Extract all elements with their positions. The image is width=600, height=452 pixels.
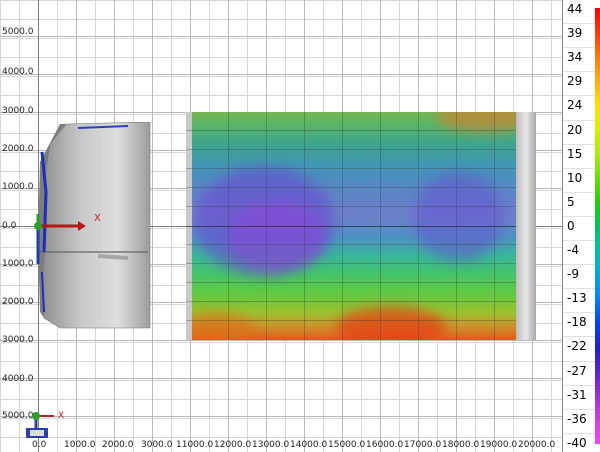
x-tick-label: 20000.0 xyxy=(518,440,556,450)
legend-separator xyxy=(563,264,595,266)
grid-line xyxy=(186,263,516,264)
heatmap-high-region xyxy=(436,112,516,132)
legend-separator xyxy=(563,95,595,97)
x-tick-label: 17000.0 xyxy=(404,440,442,450)
grid-line xyxy=(186,149,516,150)
legend-value-label: 15 xyxy=(567,146,583,161)
legend-value-label: 0 xyxy=(567,218,575,233)
corner-x-axis-label: X xyxy=(58,411,65,421)
x-tick-label: 15000.0 xyxy=(328,440,366,450)
legend-value-label: 29 xyxy=(567,74,583,89)
legend-value-label: 5 xyxy=(567,194,575,209)
grid-line xyxy=(0,74,562,75)
deviation-heatmap[interactable] xyxy=(186,112,516,340)
grid-line xyxy=(266,112,267,340)
grid-line xyxy=(186,168,516,169)
legend-value-label: -18 xyxy=(567,315,587,330)
legend-value-label: -22 xyxy=(567,339,587,354)
y-tick-label: 2000.0 xyxy=(2,144,34,154)
legend-separator xyxy=(563,408,595,410)
grid-line xyxy=(304,112,305,340)
grid-line xyxy=(186,320,516,321)
origin-x-axis-label: X xyxy=(94,213,101,224)
heatmap-high-region xyxy=(336,307,446,340)
grid-line xyxy=(186,244,516,245)
x-tick-label: 19000.0 xyxy=(480,440,518,450)
y-tick-label: 3000.0 xyxy=(2,335,34,345)
x-tick-label: 18000.0 xyxy=(442,440,480,450)
legend-separator xyxy=(563,336,595,338)
legend-separator xyxy=(563,288,595,290)
x-tick-label: 11000.0 xyxy=(176,440,214,450)
y-tick-label: 4000.0 xyxy=(2,374,34,384)
legend-value-label: 39 xyxy=(567,26,583,41)
grid-line xyxy=(186,206,516,207)
grid-line xyxy=(228,112,229,340)
x-tick-label: 12000.0 xyxy=(214,440,252,450)
legend-separator xyxy=(563,167,595,169)
grid-line xyxy=(0,36,562,37)
legend-value-label: -13 xyxy=(567,291,587,306)
legend-value-label: -31 xyxy=(567,387,587,402)
legend-value-label: 44 xyxy=(567,2,583,16)
y-tick-label: 4000.0 xyxy=(2,67,34,77)
grid-line xyxy=(186,130,516,131)
legend-separator xyxy=(563,191,595,193)
grid-line xyxy=(456,112,457,340)
x-tick-label: 14000.0 xyxy=(290,440,328,450)
legend-separator xyxy=(563,384,595,386)
legend-value-label: 20 xyxy=(567,122,583,137)
grid-line xyxy=(418,112,419,340)
heatmap-low-region xyxy=(226,202,326,272)
x-tick-label: 13000.0 xyxy=(252,440,290,450)
legend-value-label: 24 xyxy=(567,98,583,113)
legend-value-label: 10 xyxy=(567,170,583,185)
grid-line xyxy=(0,340,562,341)
y-tick-label: 0.0 xyxy=(2,221,17,231)
legend-separator xyxy=(563,71,595,73)
grid-line xyxy=(186,282,516,283)
grid-line xyxy=(494,112,495,340)
legend-value-label: -36 xyxy=(567,411,587,426)
grid-line xyxy=(0,378,562,379)
legend-value-label: -4 xyxy=(567,243,579,257)
heatmap-high-region xyxy=(186,312,256,340)
x-tick-label: 0.0 xyxy=(32,440,47,450)
legend-value-label: -27 xyxy=(567,363,587,378)
color-legend: 44 39 34 29 24 20 15 10 5 0 -4 -9 -13 -18 -22 -27 -31 -36… xyxy=(562,0,600,452)
x-tick-label: 3000.0 xyxy=(141,440,173,450)
x-tick-label: 16000.0 xyxy=(366,440,404,450)
legend-value-label: 34 xyxy=(567,50,583,65)
grid-line xyxy=(186,226,516,227)
heatmap-right-edge xyxy=(516,112,536,340)
legend-separator xyxy=(563,215,595,217)
legend-separator xyxy=(563,47,595,49)
grid-line xyxy=(186,301,516,302)
y-tick-label: 2000.0 xyxy=(2,297,34,307)
y-tick-label: 5000.0 xyxy=(2,27,34,37)
legend-separator xyxy=(563,119,595,121)
legend-value-label: -40 xyxy=(567,435,587,450)
legend-separator xyxy=(563,240,595,241)
legend-separator xyxy=(563,312,595,314)
legend-separator xyxy=(563,23,595,25)
grid-line xyxy=(380,112,381,340)
x-tick-label: 1000.0 xyxy=(64,440,96,450)
y-tick-label: 1000.0 xyxy=(2,182,34,192)
legend-separator xyxy=(563,360,595,362)
corner-axis-triad xyxy=(26,412,54,438)
heatmap-low-region xyxy=(414,172,504,262)
grid-line xyxy=(342,112,343,340)
y-tick-label: 1000.0 xyxy=(2,259,34,269)
grid-line xyxy=(186,187,516,188)
legend-color-bar xyxy=(595,8,600,444)
legend-separator xyxy=(563,432,595,434)
legend-separator xyxy=(563,143,595,145)
grid-line xyxy=(0,416,562,417)
x-tick-label: 2000.0 xyxy=(102,440,134,450)
legend-value-label: -9 xyxy=(567,267,579,282)
y-tick-label: 3000.0 xyxy=(2,106,34,116)
3d-viewport[interactable]: 5000.0 4000.0 3000.0 2000.0 1000.0 0.0 1… xyxy=(0,0,562,452)
